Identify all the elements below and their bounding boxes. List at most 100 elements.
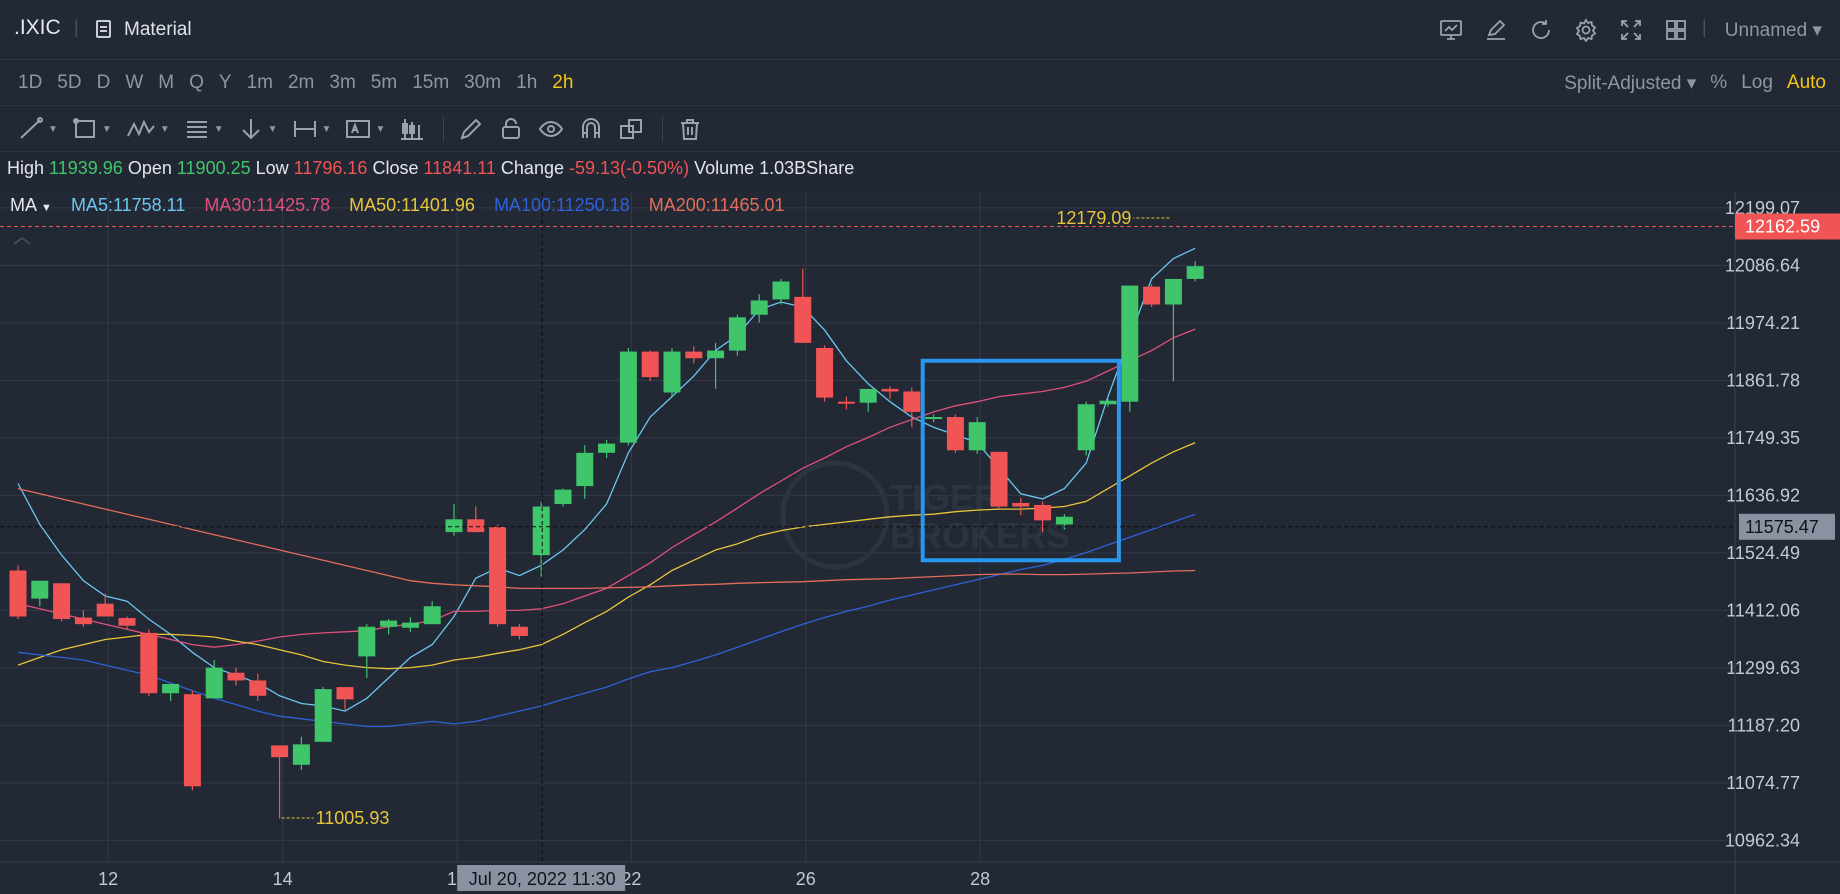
candle-body [162,684,180,694]
candle-body [816,347,834,398]
ma100-value: MA100:11250.18 [493,195,630,215]
fullscreen-icon[interactable] [1619,18,1643,42]
period-1d[interactable]: 1D [18,72,42,94]
candle-body [1143,286,1161,305]
candle-body [53,583,71,620]
rectangle-tool-icon[interactable]: ▼ [72,116,112,142]
settings-icon[interactable] [1574,18,1598,42]
candle-body [532,506,550,556]
period-1m[interactable]: 1m [247,72,273,94]
candle-body [423,606,441,625]
candle-body [380,620,398,627]
drawing-toolbar: ▼ ▼ ▼ ▼ ▼ ▼ ▼ [0,106,1840,152]
chart-icon[interactable] [1439,18,1463,42]
open-label: Open [127,158,172,178]
period-bar: 1D 5D D W M Q Y 1m 2m 3m 5m 15m 30m 1h 2h Split-Adjust… [0,60,1840,106]
log-toggle[interactable]: Log [1741,72,1773,95]
candle-body [772,281,790,300]
period-m[interactable]: M [158,72,174,94]
candle-body [576,452,594,487]
auto-toggle[interactable]: Auto [1787,72,1826,95]
low-label: Low [255,158,289,178]
y-tick-label: 12086.64 [1725,255,1800,275]
candle-body [1121,285,1139,402]
candle-body [205,667,223,699]
ma-legend: MA ▼ MA5:11758.11 MA30:11425.78 MA50:114… [10,195,785,216]
candle-body [707,350,725,359]
period-3m[interactable]: 3m [329,72,355,94]
watermark-text: TIGER [890,477,1000,518]
candle-body [1034,505,1052,521]
candle-body [227,672,245,681]
candle-body [140,632,158,694]
period-w[interactable]: W [125,72,143,94]
x-tick-label: 12 [98,869,118,889]
period-30m[interactable]: 30m [464,72,501,94]
period-5d[interactable]: 5D [57,72,81,94]
trash-icon[interactable] [677,116,703,142]
period-1h[interactable]: 1h [516,72,537,94]
y-tick-label: 11299.63 [1726,658,1800,678]
candle-body [750,300,768,315]
layout-selector[interactable]: Unnamed ▾ [1725,19,1822,42]
fib-tool-icon[interactable]: ▼ [184,116,224,142]
period-15m[interactable]: 15m [412,72,449,94]
symbol-title[interactable]: .IXIC [14,16,61,40]
ma-selector[interactable]: MA ▼ [10,195,52,215]
period-d[interactable]: D [97,72,111,94]
candle-body [1012,502,1030,507]
measure-tool-icon[interactable]: ▼ [292,116,331,142]
volume-value: 1.03BShare [759,158,855,178]
lock-icon[interactable] [498,116,524,142]
period-2h[interactable]: 2h [552,72,573,94]
candle-body [554,489,572,504]
candle-body [794,296,812,343]
arrow-tool-icon[interactable]: ▼ [238,116,278,142]
change-value: -59.13(-0.50%) [569,158,690,178]
candle-body [489,527,507,625]
candle-body [925,417,943,420]
percent-toggle[interactable]: % [1710,72,1727,95]
candle-body [467,519,485,533]
high-label: High [7,158,45,178]
adjust-selector[interactable]: Split-Adjusted ▾ [1564,72,1696,95]
candle-body [598,443,616,453]
candle-body [31,580,49,599]
divider [443,116,445,142]
candle-body [641,351,659,378]
grid-layout-icon[interactable] [1664,18,1688,42]
candle-body [881,388,899,392]
divider [662,116,664,142]
x-tick-label: 26 [796,869,816,889]
candle-body [728,317,746,351]
clone-icon[interactable] [618,116,644,142]
candle-body [968,422,986,451]
candle-tool-icon[interactable] [399,116,425,142]
period-q[interactable]: Q [189,72,204,94]
text-tool-icon[interactable]: ▼ [345,116,385,142]
candle-body [9,570,27,617]
crosshair-price-label: 11575.47 [1745,517,1819,537]
candle-body [249,680,267,696]
y-tick-label: 11749.35 [1726,428,1800,448]
theme-selector[interactable]: Material [124,19,192,41]
divider: | [74,17,79,37]
pencil-icon[interactable] [458,116,484,142]
pattern-tool-icon[interactable]: ▼ [126,116,170,142]
line-tool-icon[interactable]: ▼ [18,116,58,142]
period-2m[interactable]: 2m [288,72,314,94]
candle-body [401,622,419,628]
y-tick-label: 11974.21 [1726,313,1800,333]
close-label: Close [372,158,419,178]
draw-icon[interactable] [1484,18,1508,42]
refresh-icon[interactable] [1529,18,1553,42]
document-icon[interactable] [96,20,111,38]
candle-body [271,745,289,758]
period-y[interactable]: Y [219,72,232,94]
eye-icon[interactable] [538,116,564,142]
period-5m[interactable]: 5m [371,72,397,94]
y-tick-label: 11412.06 [1726,600,1800,620]
magnet-icon[interactable] [578,116,604,142]
candlestick-chart[interactable]: 12199.0712086.6411974.2111861.7811749.35… [0,190,1840,894]
divider: | [1702,17,1707,37]
